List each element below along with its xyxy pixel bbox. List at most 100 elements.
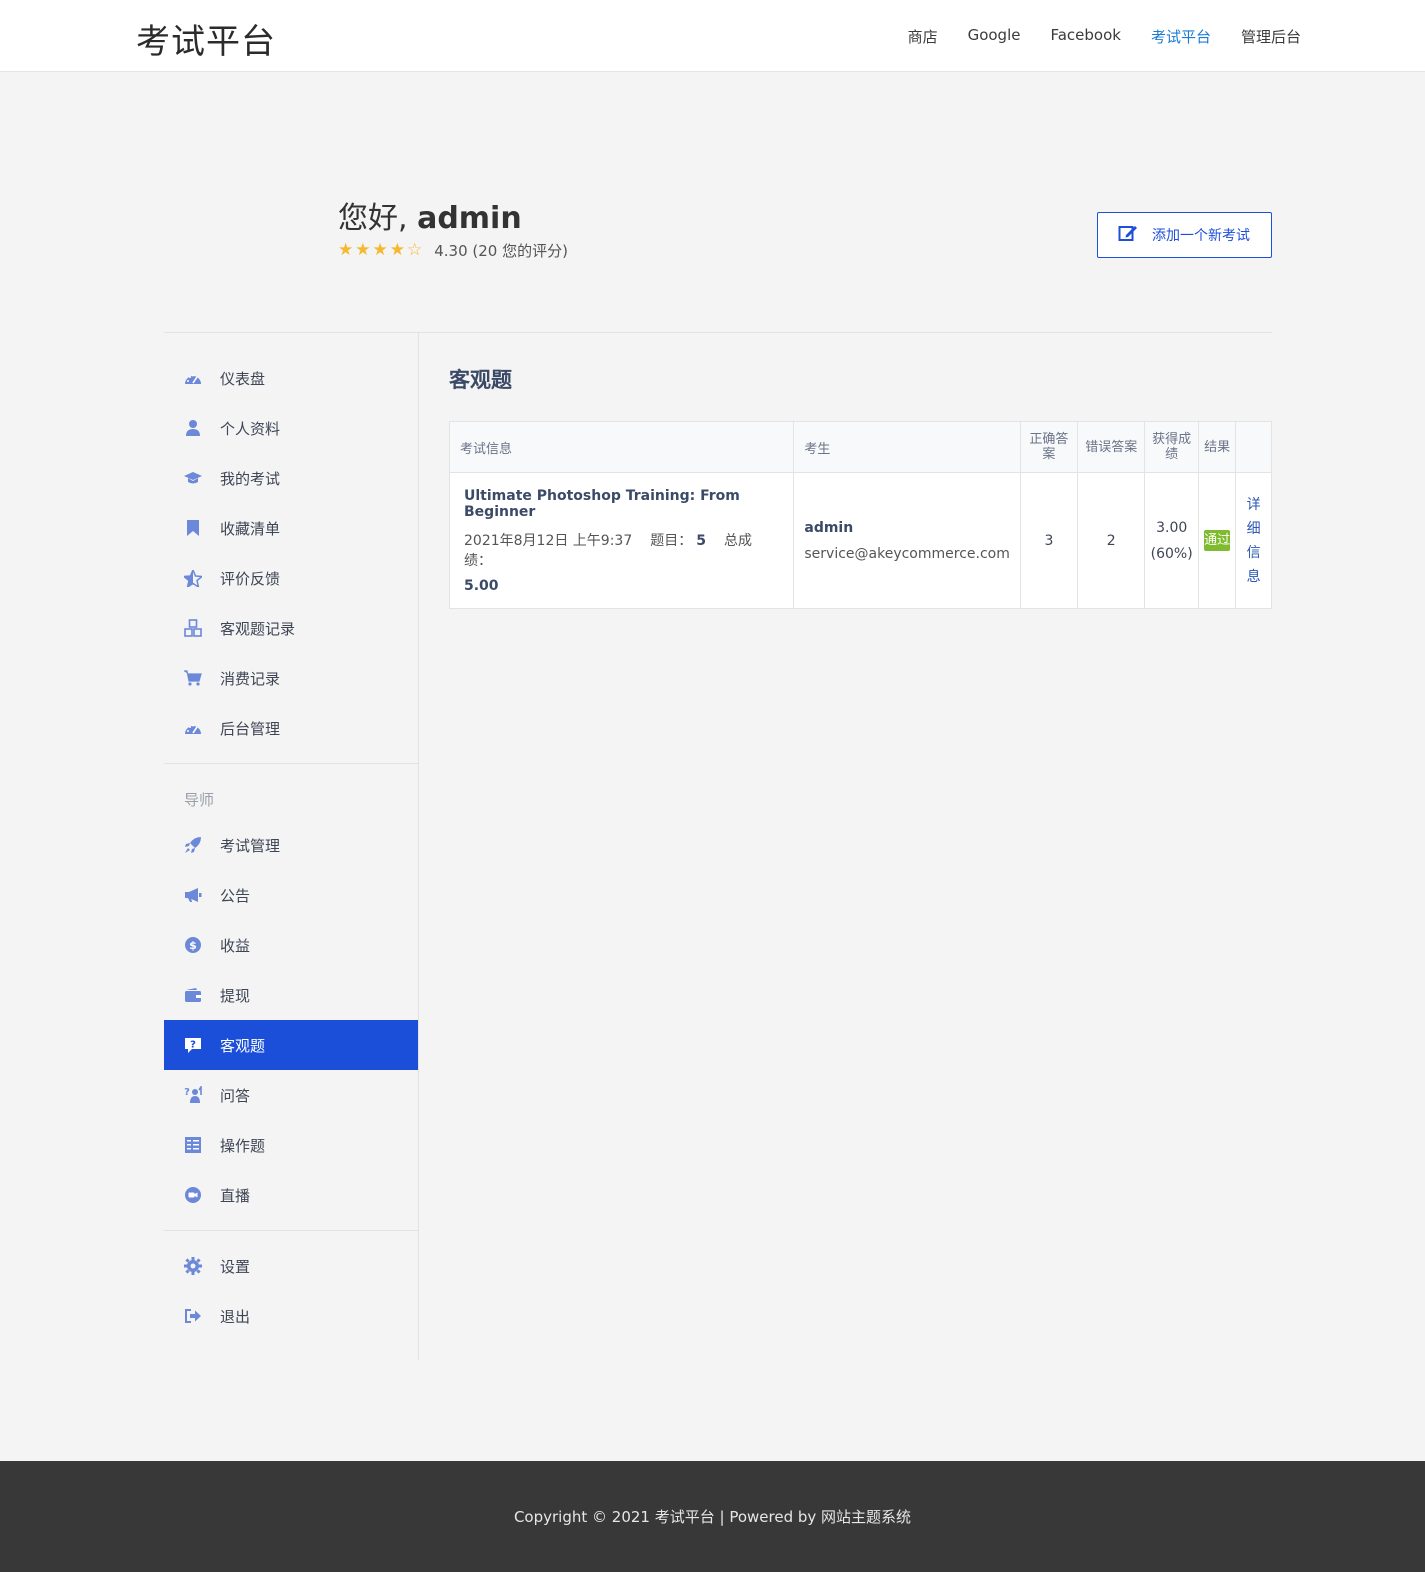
- sidebar-item-label: 消费记录: [220, 669, 281, 688]
- total-value: 5.00: [464, 577, 499, 594]
- megaphone-icon: [184, 886, 202, 904]
- sidebar-item-label: 设置: [220, 1257, 251, 1276]
- sidebar-item-assignments[interactable]: 操作题: [164, 1120, 418, 1170]
- sidebar-item-announcements[interactable]: 公告: [164, 870, 418, 920]
- sidebar-divider: [164, 763, 418, 764]
- star-half-icon: [184, 569, 202, 587]
- dollar-badge-icon: $: [184, 936, 202, 954]
- sidebar-item-withdraw[interactable]: 提现: [164, 970, 418, 1020]
- sidebar-item-label: 个人资料: [220, 419, 281, 438]
- rocket-icon: [184, 836, 202, 854]
- footer-copyright: Copyright © 2021 考试平台 | Powered by 网站主题系…: [513, 1508, 912, 1526]
- gear-icon: [184, 1257, 202, 1275]
- star-filled-icon: ★: [338, 240, 354, 260]
- column-header-result: 结果: [1197, 421, 1237, 473]
- sidebar-item-my-exams[interactable]: 我的考试: [164, 453, 418, 503]
- sidebar-item-label: 考试管理: [220, 836, 281, 855]
- sidebar-item-quiz-records[interactable]: 客观题记录: [164, 603, 418, 653]
- graduation-cap-icon: [184, 469, 202, 487]
- video-camera-icon: [184, 1186, 202, 1204]
- sidebar-item-profile[interactable]: 个人资料: [164, 403, 418, 453]
- exam-title[interactable]: Ultimate Photoshop Training: From Beginn…: [464, 488, 779, 520]
- score-cell: 3.00 (60%): [1144, 472, 1199, 609]
- username: admin: [417, 201, 522, 236]
- sidebar-item-label: 客观题记录: [220, 619, 296, 638]
- question-chat-icon: ?: [184, 1036, 202, 1054]
- pass-badge: 通过: [1204, 530, 1230, 551]
- sidebar-item-quiz[interactable]: ? 客观题: [164, 1020, 418, 1070]
- sidebar-item-label: 客观题: [220, 1036, 266, 1055]
- sidebar-item-exam-management[interactable]: 考试管理: [164, 820, 418, 870]
- main-nav: 商店 Google Facebook 考试平台 管理后台: [908, 26, 1301, 47]
- svg-text:?: ?: [190, 1039, 196, 1050]
- star-filled-icon: ★: [372, 240, 388, 260]
- sidebar-item-label: 后台管理: [220, 719, 281, 738]
- greeting: 您好, admin: [338, 193, 522, 237]
- greeting-prefix: 您好,: [338, 201, 418, 236]
- column-header-student: 考生: [793, 421, 1021, 473]
- nav-item-shop[interactable]: 商店: [908, 26, 938, 47]
- exam-info-cell: Ultimate Photoshop Training: From Beginn…: [448, 472, 795, 609]
- quiz-attempts-table: 考试信息 考生 正确答案 错误答案 获得成绩 结果 Ultimate Photo…: [448, 421, 1272, 609]
- nav-item-exam-platform[interactable]: 考试平台: [1151, 26, 1211, 47]
- sidebar-item-qa[interactable]: ? 问答: [164, 1070, 418, 1120]
- nav-item-google[interactable]: Google: [968, 26, 1021, 47]
- dashboard-icon: [184, 369, 202, 387]
- sidebar-item-reviews[interactable]: 评价反馈: [164, 553, 418, 603]
- top-bar: 考试平台 商店 Google Facebook 考试平台 管理后台: [0, 0, 1425, 72]
- cart-icon: [184, 669, 202, 687]
- sidebar-item-logout[interactable]: 退出: [164, 1291, 418, 1341]
- add-new-exam-button[interactable]: 添加一个新考试: [1097, 212, 1272, 258]
- correct-answers-cell: 3: [1019, 472, 1078, 609]
- question-person-icon: ?: [184, 1086, 202, 1104]
- dashboard-icon: [184, 719, 202, 737]
- assignment-icon: [184, 1136, 202, 1154]
- quiz-blocks-icon: [184, 619, 202, 637]
- nav-item-admin[interactable]: 管理后台: [1241, 26, 1301, 47]
- sidebar-item-wishlist[interactable]: 收藏清单: [164, 503, 418, 553]
- rating-text: 4.30 (20 您的评分): [434, 242, 568, 260]
- sidebar-item-label: 问答: [220, 1086, 251, 1105]
- details-cell: 详细信息: [1235, 472, 1272, 609]
- student-email: service@akeycommerce.com: [804, 545, 1010, 562]
- column-header-wrong: 错误答案: [1076, 421, 1146, 473]
- column-header-score: 获得成绩: [1144, 421, 1199, 473]
- score-percent: (60%): [1150, 545, 1193, 562]
- questions-info: 题目： 5: [650, 533, 706, 549]
- exam-date: 2021年8月12日 上午9:37: [464, 532, 633, 549]
- wrong-answers-cell: 2: [1076, 472, 1146, 609]
- student-name: admin: [804, 519, 854, 536]
- sidebar-item-backend[interactable]: 后台管理: [164, 703, 418, 753]
- sidebar-item-label: 我的考试: [220, 469, 281, 488]
- svg-text:$: $: [189, 939, 197, 952]
- user-rating: ★ ★ ★ ★ ☆ 4.30 (20 您的评分): [338, 240, 568, 261]
- sidebar-item-label: 操作题: [220, 1136, 266, 1155]
- star-empty-icon: ☆: [407, 240, 423, 260]
- result-cell: 通过: [1197, 472, 1237, 609]
- details-link[interactable]: 详细信息: [1243, 493, 1264, 589]
- questions-value: 5: [696, 532, 706, 549]
- add-new-exam-label: 添加一个新考试: [1152, 228, 1250, 244]
- sidebar-item-label: 直播: [220, 1186, 251, 1205]
- edit-icon: [1118, 223, 1138, 247]
- table-header-row: 考试信息 考生 正确答案 错误答案 获得成绩 结果: [448, 421, 1272, 473]
- sidebar-item-label: 仪表盘: [220, 369, 266, 388]
- column-header-actions: [1235, 421, 1272, 473]
- student-cell: admin service@akeycommerce.com: [793, 472, 1021, 609]
- sidebar-item-settings[interactable]: 设置: [164, 1241, 418, 1291]
- star-filled-icon: ★: [389, 240, 405, 260]
- score-value: 3.00: [1156, 519, 1188, 536]
- footer: Copyright © 2021 考试平台 | Powered by 网站主题系…: [0, 1461, 1425, 1572]
- sidebar-item-label: 收益: [220, 936, 251, 955]
- column-header-correct: 正确答案: [1019, 421, 1078, 473]
- sidebar-item-purchase-history[interactable]: 消费记录: [164, 653, 418, 703]
- nav-item-facebook[interactable]: Facebook: [1050, 26, 1120, 47]
- sidebar-item-dashboard[interactable]: 仪表盘: [164, 353, 418, 403]
- sidebar-item-label: 公告: [220, 886, 251, 905]
- sidebar-item-label: 评价反馈: [220, 569, 281, 588]
- sidebar-item-earnings[interactable]: $ 收益: [164, 920, 418, 970]
- sidebar-item-label: 提现: [220, 986, 251, 1005]
- site-title[interactable]: 考试平台: [136, 14, 276, 63]
- bookmark-icon: [184, 519, 202, 537]
- sidebar-item-live[interactable]: 直播: [164, 1170, 418, 1220]
